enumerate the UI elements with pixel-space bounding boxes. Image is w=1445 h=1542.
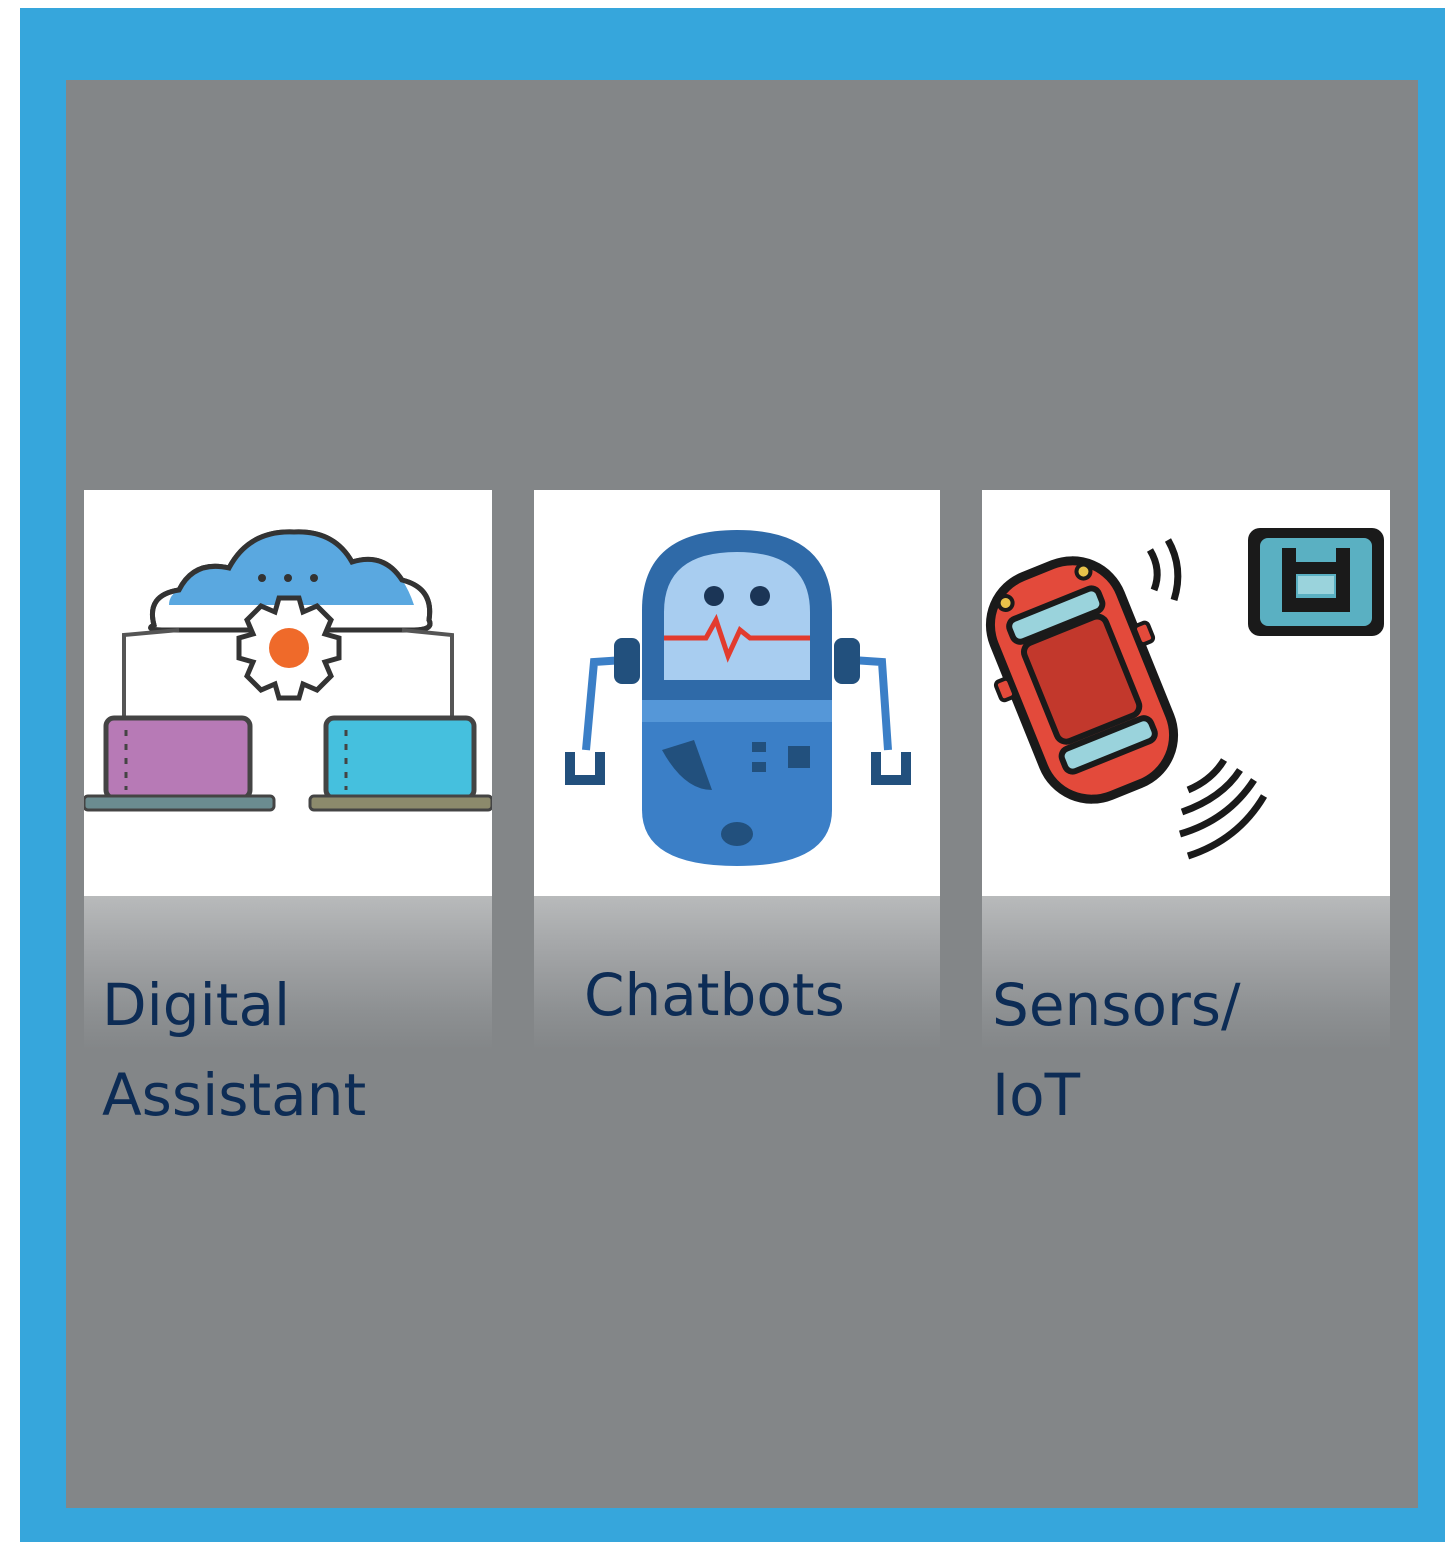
outer-frame: Digital Assistant Chatbots Sensors/ IoT xyxy=(20,8,1445,1542)
card-sensors-iot: Sensors/ IoT xyxy=(982,490,1390,1129)
card-chatbots: Chatbots xyxy=(534,490,940,1050)
card-image-digital-assistant xyxy=(84,490,492,896)
card-image-sensors-iot xyxy=(982,490,1390,896)
content-panel: Digital Assistant Chatbots Sensors/ IoT xyxy=(66,80,1418,1508)
card-label-chatbots: Chatbots xyxy=(584,961,845,1029)
card-digital-assistant: Digital Assistant xyxy=(84,490,492,1129)
card-image-chatbots xyxy=(534,490,940,896)
card-label-digital-assistant: Digital Assistant xyxy=(102,971,367,1129)
car-sensor-icon xyxy=(985,528,1384,860)
robot-icon xyxy=(565,530,911,866)
cloud-gear-laptops-icon xyxy=(84,529,492,812)
card-label-sensors-iot: Sensors/ IoT xyxy=(992,971,1241,1129)
